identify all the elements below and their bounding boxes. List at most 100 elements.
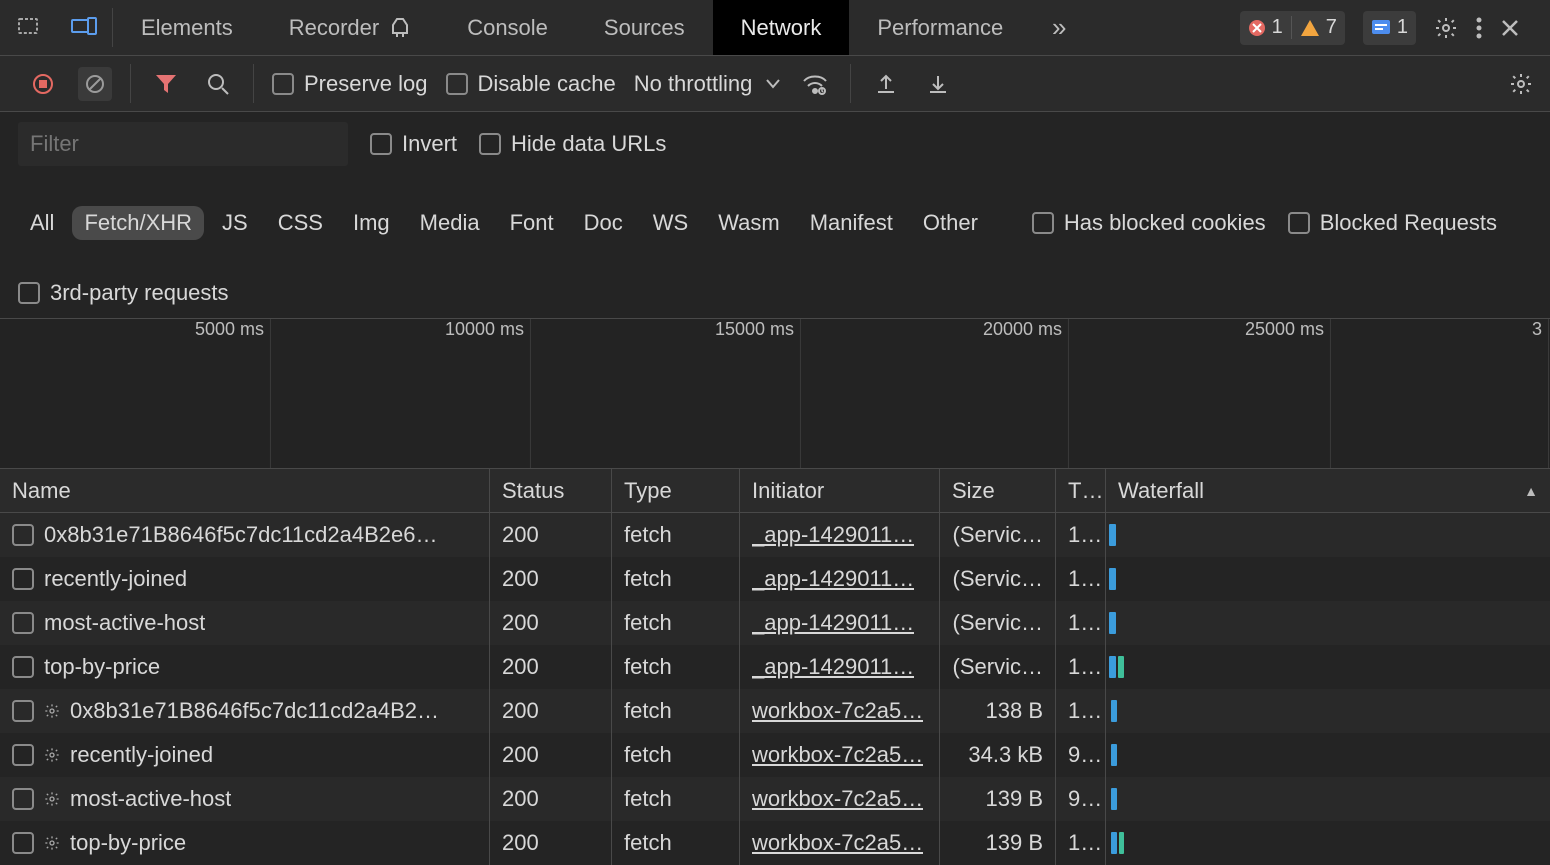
type-filter-fetch-xhr[interactable]: Fetch/XHR: [72, 206, 204, 240]
request-row[interactable]: most-active-host200fetch_app-1429011…(Se…: [0, 601, 1550, 645]
third-party-checkbox[interactable]: 3rd-party requests: [18, 280, 229, 306]
row-checkbox[interactable]: [12, 744, 34, 766]
row-checkbox[interactable]: [12, 612, 34, 634]
request-type: fetch: [612, 645, 740, 689]
request-row[interactable]: 0x8b31e71B8646f5c7dc11cd2a4B2e6…200fetch…: [0, 513, 1550, 557]
tab-sources[interactable]: Sources: [576, 0, 713, 55]
export-har-icon[interactable]: [869, 67, 903, 101]
type-filter-other[interactable]: Other: [911, 206, 990, 240]
timeline-tick: 25000 ms: [1245, 319, 1330, 340]
hide-data-urls-checkbox[interactable]: Hide data URLs: [479, 131, 666, 157]
network-conditions-icon[interactable]: [798, 67, 832, 101]
request-name: recently-joined: [70, 742, 213, 768]
col-name[interactable]: Name: [0, 469, 490, 512]
blocked-requests-checkbox[interactable]: Blocked Requests: [1288, 210, 1497, 236]
request-name: recently-joined: [44, 566, 187, 592]
request-grid: 0x8b31e71B8646f5c7dc11cd2a4B2e6…200fetch…: [0, 513, 1550, 865]
request-row[interactable]: top-by-price200fetchworkbox-7c2a5…139 B1…: [0, 821, 1550, 865]
timeline-overview[interactable]: 5000 ms10000 ms15000 ms20000 ms25000 ms3: [0, 319, 1550, 469]
request-initiator[interactable]: _app-1429011…: [752, 654, 914, 680]
type-filter-media[interactable]: Media: [408, 206, 492, 240]
request-row[interactable]: most-active-host200fetchworkbox-7c2a5…13…: [0, 777, 1550, 821]
tab-elements[interactable]: Elements: [113, 0, 261, 55]
tab-recorder[interactable]: Recorder: [261, 0, 439, 55]
record-button[interactable]: [26, 67, 60, 101]
col-initiator[interactable]: Initiator: [740, 469, 940, 512]
row-checkbox[interactable]: [12, 524, 34, 546]
type-filter-img[interactable]: Img: [341, 206, 402, 240]
throttling-select[interactable]: No throttling: [634, 71, 781, 97]
row-checkbox[interactable]: [12, 700, 34, 722]
error-count: 1: [1272, 16, 1283, 39]
settings-icon[interactable]: [1434, 16, 1458, 40]
type-filter-css[interactable]: CSS: [266, 206, 335, 240]
request-initiator[interactable]: workbox-7c2a5…: [752, 830, 923, 856]
request-size: (Servic…: [940, 557, 1056, 601]
request-time: 9…: [1056, 733, 1106, 777]
request-row[interactable]: recently-joined200fetch_app-1429011…(Ser…: [0, 557, 1550, 601]
request-row[interactable]: top-by-price200fetch_app-1429011…(Servic…: [0, 645, 1550, 689]
request-initiator[interactable]: workbox-7c2a5…: [752, 698, 923, 724]
request-type: fetch: [612, 733, 740, 777]
request-initiator[interactable]: workbox-7c2a5…: [752, 742, 923, 768]
tab-performance[interactable]: Performance: [849, 0, 1031, 55]
type-filter-ws[interactable]: WS: [641, 206, 700, 240]
col-type[interactable]: Type: [612, 469, 740, 512]
request-row[interactable]: 0x8b31e71B8646f5c7dc11cd2a4B2…200fetchwo…: [0, 689, 1550, 733]
info-count: 1: [1397, 16, 1408, 39]
clear-button[interactable]: [78, 67, 112, 101]
request-type: fetch: [612, 821, 740, 865]
request-name: top-by-price: [44, 654, 160, 680]
type-filter-doc[interactable]: Doc: [572, 206, 635, 240]
gear-icon: [44, 791, 60, 807]
request-size: 138 B: [940, 689, 1056, 733]
device-toolbar-icon[interactable]: [56, 0, 112, 55]
type-filter-js[interactable]: JS: [210, 206, 260, 240]
import-har-icon[interactable]: [921, 67, 955, 101]
waterfall-cell: [1106, 733, 1550, 777]
inspect-element-icon[interactable]: [0, 0, 56, 55]
tab-console[interactable]: Console: [439, 0, 576, 55]
row-checkbox[interactable]: [12, 568, 34, 590]
row-checkbox[interactable]: [12, 832, 34, 854]
filter-icon[interactable]: [149, 67, 183, 101]
preserve-log-checkbox[interactable]: Preserve log: [272, 71, 428, 97]
col-waterfall[interactable]: Waterfall▲: [1106, 469, 1550, 512]
filter-input[interactable]: [18, 122, 348, 166]
row-checkbox[interactable]: [12, 656, 34, 678]
waterfall-cell: [1106, 557, 1550, 601]
col-size[interactable]: Size: [940, 469, 1056, 512]
info-pill[interactable]: 1: [1363, 11, 1416, 45]
has-blocked-cookies-checkbox[interactable]: Has blocked cookies: [1032, 210, 1266, 236]
request-type: fetch: [612, 689, 740, 733]
more-tabs-icon[interactable]: »: [1031, 0, 1087, 55]
request-initiator[interactable]: workbox-7c2a5…: [752, 786, 923, 812]
timeline-tick: 3: [1532, 319, 1548, 340]
col-status[interactable]: Status: [490, 469, 612, 512]
type-filter-wasm[interactable]: Wasm: [706, 206, 792, 240]
request-time: 1…: [1056, 557, 1106, 601]
kebab-menu-icon[interactable]: [1476, 17, 1482, 39]
type-filter-manifest[interactable]: Manifest: [798, 206, 905, 240]
request-initiator[interactable]: _app-1429011…: [752, 566, 914, 592]
network-settings-icon[interactable]: [1504, 67, 1538, 101]
request-row[interactable]: recently-joined200fetchworkbox-7c2a5…34.…: [0, 733, 1550, 777]
network-toolbar: Preserve log Disable cache No throttling: [0, 56, 1550, 112]
request-status: 200: [490, 689, 612, 733]
close-icon[interactable]: [1500, 18, 1520, 38]
issues-pill[interactable]: 1 7: [1240, 11, 1345, 45]
tab-network[interactable]: Network: [713, 0, 850, 55]
search-icon[interactable]: [201, 67, 235, 101]
request-status: 200: [490, 777, 612, 821]
disable-cache-checkbox[interactable]: Disable cache: [446, 71, 616, 97]
request-initiator[interactable]: _app-1429011…: [752, 522, 914, 548]
timeline-tick: 20000 ms: [983, 319, 1068, 340]
invert-checkbox[interactable]: Invert: [370, 131, 457, 157]
row-checkbox[interactable]: [12, 788, 34, 810]
request-name: most-active-host: [70, 786, 231, 812]
col-time[interactable]: T…: [1056, 469, 1106, 512]
type-filter-all[interactable]: All: [18, 206, 66, 240]
request-status: 200: [490, 557, 612, 601]
request-initiator[interactable]: _app-1429011…: [752, 610, 914, 636]
type-filter-font[interactable]: Font: [498, 206, 566, 240]
